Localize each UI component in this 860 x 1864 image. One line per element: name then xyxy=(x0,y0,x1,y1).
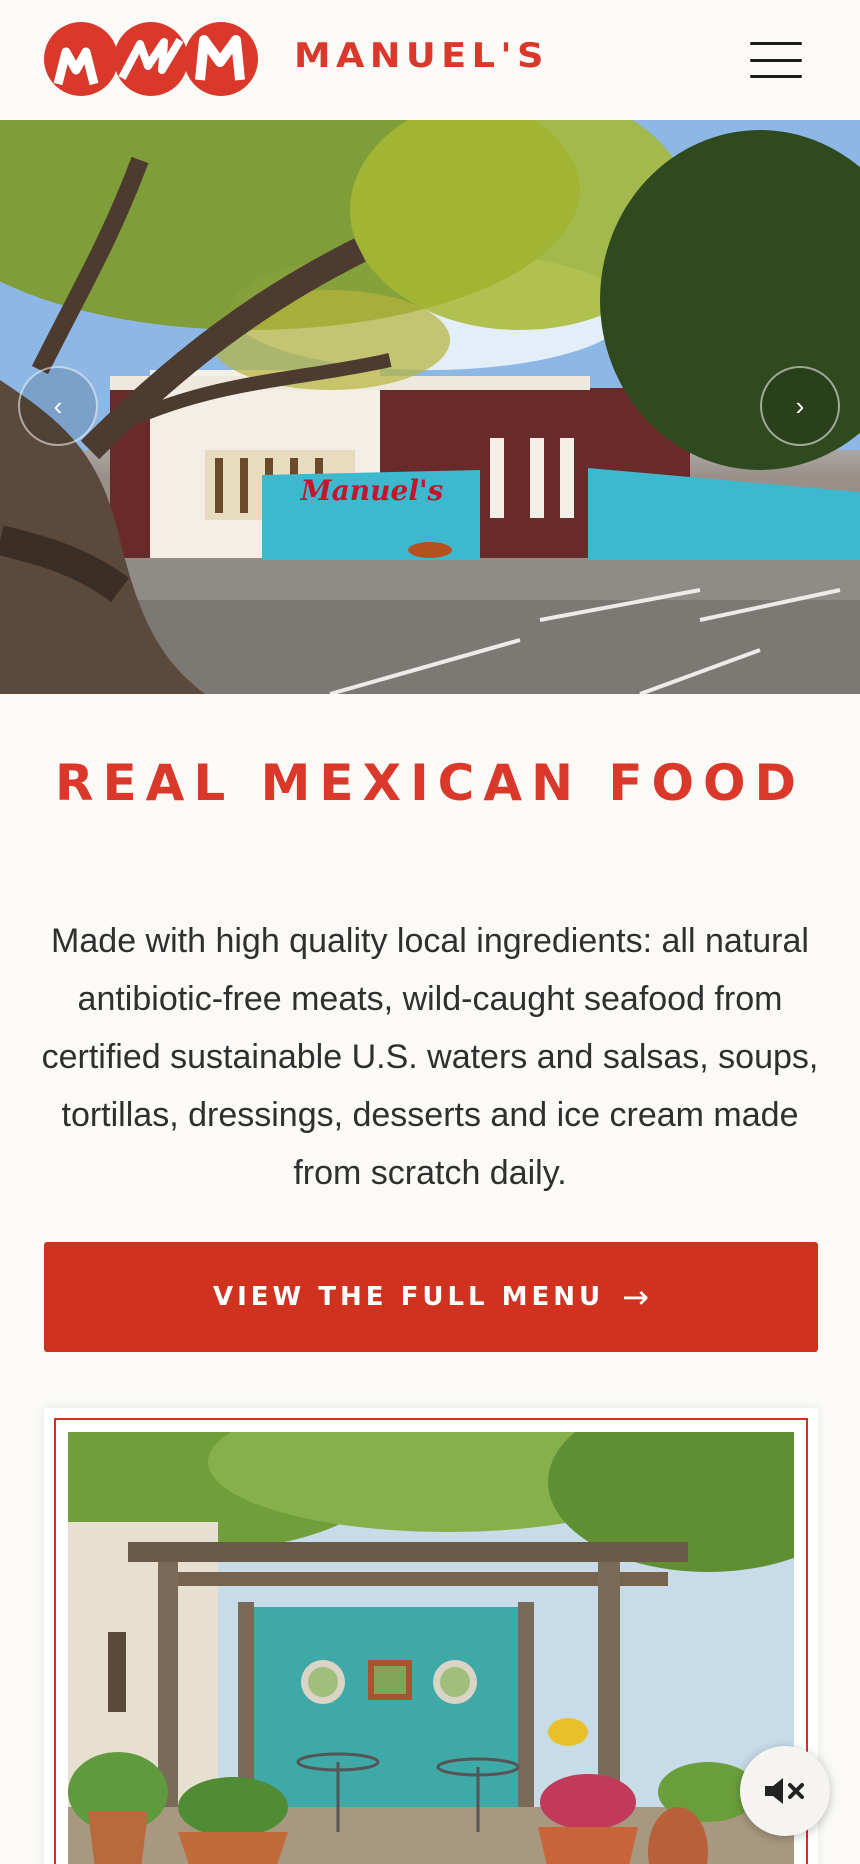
mute-audio-button[interactable] xyxy=(740,1746,830,1836)
intro-description: Made with high quality local ingredients… xyxy=(41,922,819,1192)
hero-carousel: Manuel's ‹ › xyxy=(0,120,860,694)
photo-frame xyxy=(54,1418,808,1864)
brand-logo[interactable] xyxy=(44,22,274,98)
patio-photo-card xyxy=(44,1408,818,1864)
logo-circle-1 xyxy=(44,22,118,96)
logo-circle-2 xyxy=(114,22,188,96)
patio-photo xyxy=(68,1432,794,1864)
sign-text: Manuel's xyxy=(300,474,444,507)
carousel-prev-button[interactable]: ‹ xyxy=(18,366,98,446)
menu-button-label: VIEW THE FULL MENU xyxy=(213,1282,605,1312)
view-full-menu-button[interactable]: VIEW THE FULL MENU → xyxy=(44,1242,818,1352)
section-headline: REAL MEXICAN FOOD xyxy=(55,754,805,812)
speaker-muted-icon xyxy=(765,1778,804,1804)
carousel-next-button[interactable]: › xyxy=(760,366,840,446)
site-header: MANUEL'S xyxy=(0,0,860,120)
hero-image: Manuel's xyxy=(0,120,860,694)
hamburger-menu-icon[interactable] xyxy=(746,40,806,80)
brand-name: MANUEL'S xyxy=(294,36,549,76)
arrow-right-icon: → xyxy=(622,1278,649,1316)
logo-circle-3 xyxy=(184,22,258,96)
